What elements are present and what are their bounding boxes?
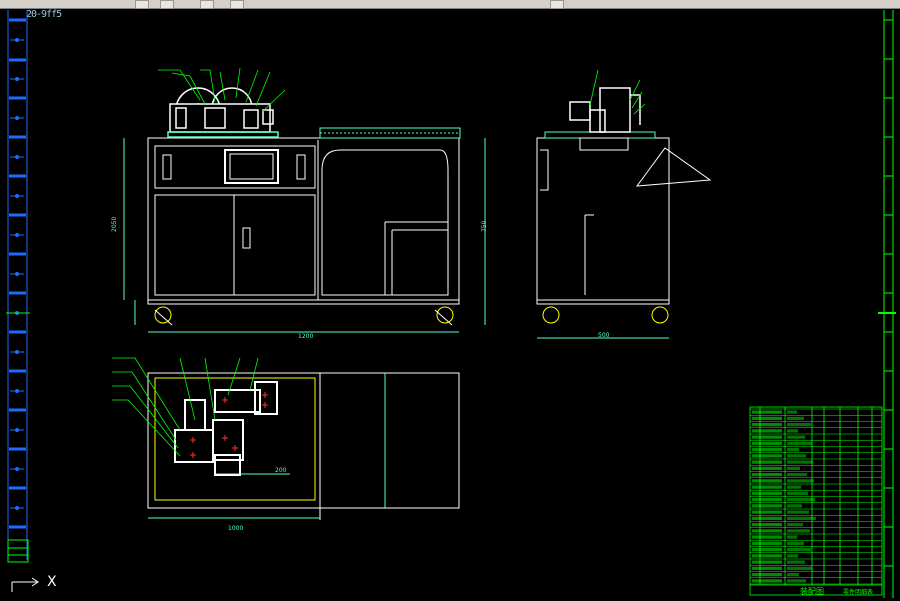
bom-row-code <box>752 416 782 420</box>
bom-row-name <box>787 541 804 545</box>
left-ruler <box>6 10 30 563</box>
bom-row-code <box>752 435 782 439</box>
svg-text:2050: 2050 <box>111 217 118 232</box>
bom-row-name <box>787 554 798 558</box>
bom-row-code <box>752 473 782 477</box>
bom-row-name <box>787 485 801 489</box>
bom-row-name <box>787 579 806 583</box>
bom-row-code <box>752 541 782 545</box>
bom-rows <box>750 408 882 585</box>
bom-row-name <box>787 479 814 483</box>
bom-row-code <box>752 466 782 470</box>
bom-row-name <box>787 523 803 527</box>
plan-width-label: 1000 <box>228 525 243 532</box>
ucs-x-label: X <box>47 574 57 590</box>
side-view-casters <box>542 306 669 324</box>
side-width-label: 500 <box>598 332 610 339</box>
bom-row-code <box>752 504 782 508</box>
toolbar <box>0 0 900 9</box>
bom-row-name <box>787 423 811 427</box>
bom-row-name <box>787 416 804 420</box>
front-view-motor[interactable] <box>167 87 279 138</box>
snap-button[interactable] <box>200 0 214 9</box>
plan-view-motor[interactable] <box>174 381 278 476</box>
bom-row-name <box>787 516 816 520</box>
svg-text:750: 750 <box>481 220 488 232</box>
drawing-canvas[interactable]: 1200 2050 750 500 1000 200 装配图 零件明细表 <box>0 9 900 601</box>
bom-row-name <box>787 448 799 452</box>
right-ruler <box>878 10 896 598</box>
bom-row-code <box>752 460 782 464</box>
bom-row-code <box>752 429 782 433</box>
front-view-casters <box>154 306 454 326</box>
bom-row-code <box>752 529 782 533</box>
bom-row-code <box>752 410 782 414</box>
bom-row-name <box>787 510 809 514</box>
ucs-icon <box>11 577 39 592</box>
plan-view[interactable] <box>147 372 460 520</box>
bom-row-code <box>752 535 782 539</box>
bom-row-code <box>752 566 782 570</box>
side-view[interactable] <box>536 131 712 339</box>
layer-button[interactable] <box>135 0 149 9</box>
bom-row-name <box>787 566 812 570</box>
bom-row-name <box>787 529 810 533</box>
bom-row-name <box>787 504 802 508</box>
osnap-button[interactable] <box>230 0 244 9</box>
bom-row-name <box>787 441 812 445</box>
bom-row-name <box>787 454 806 458</box>
bom-row-name <box>787 498 815 502</box>
bom-row-name <box>787 473 807 477</box>
bom-row-name <box>787 435 805 439</box>
bom-row-code <box>752 548 782 552</box>
svg-text:1200: 1200 <box>298 333 313 340</box>
bom-row-code <box>752 579 782 583</box>
sheet-title: 装配图 <box>800 586 824 596</box>
sheet-subtitle: 零件明细表 <box>843 588 873 596</box>
bom-row-name <box>787 410 797 414</box>
bom-row-code <box>752 510 782 514</box>
bom-row-code <box>752 491 782 495</box>
plan-view-center-marks <box>190 392 268 458</box>
side-view-leaders <box>589 69 646 115</box>
bom-row-code <box>752 423 782 427</box>
bom-row-code <box>752 516 782 520</box>
properties-button[interactable] <box>160 0 174 9</box>
bom-row-name <box>787 573 799 577</box>
bom-row-code <box>752 523 782 527</box>
bom-row-code <box>752 554 782 558</box>
front-view[interactable] <box>123 127 486 333</box>
bom-row-code <box>752 448 782 452</box>
side-view-motor[interactable] <box>569 87 641 133</box>
bom-row-name <box>787 460 813 464</box>
bom-row-code <box>752 485 782 489</box>
bom-row-code <box>752 441 782 445</box>
bom-row-name <box>787 535 797 539</box>
bom-row-name <box>787 548 811 552</box>
bom-row-code <box>752 560 782 564</box>
plan-offset-label: 200 <box>275 467 287 474</box>
bom-row-code <box>752 454 782 458</box>
bom-row-code <box>752 479 782 483</box>
bom-row-name <box>787 466 800 470</box>
bom-row-name <box>787 560 805 564</box>
bom-row-name <box>787 491 808 495</box>
help-button[interactable] <box>550 0 564 9</box>
bom-row-code <box>752 498 782 502</box>
bom-row-name <box>787 429 798 433</box>
bom-row-code <box>752 573 782 577</box>
